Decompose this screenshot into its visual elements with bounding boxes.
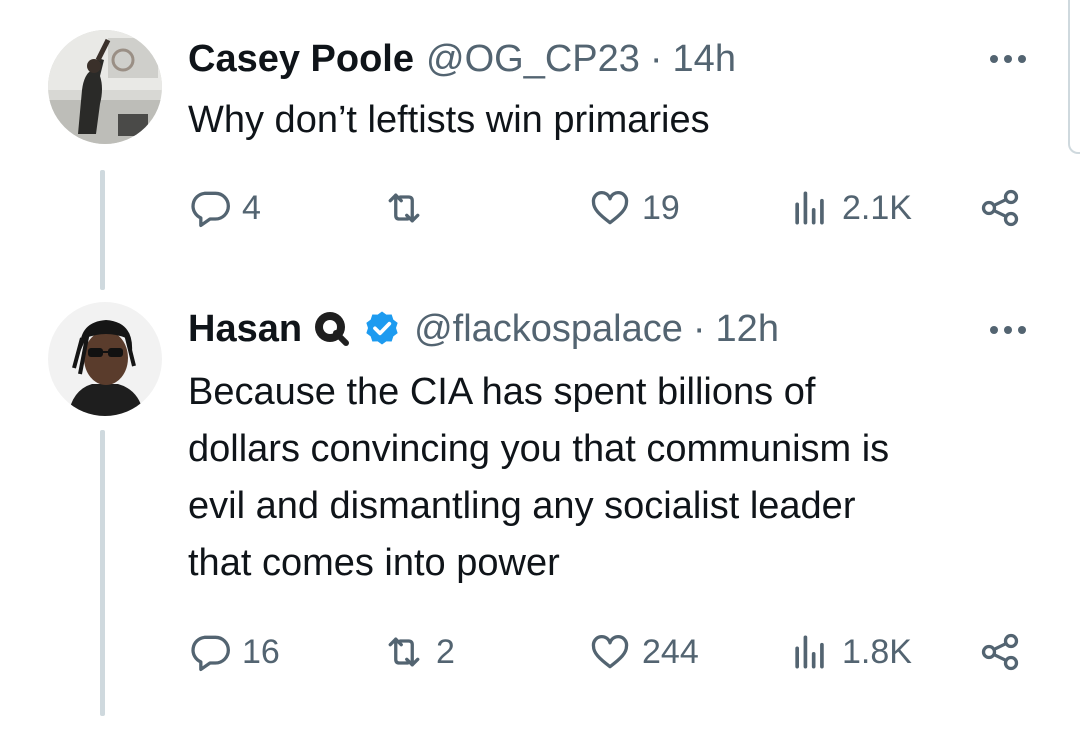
- user-handle[interactable]: @OG_CP23: [426, 36, 640, 82]
- display-name[interactable]: Hasan: [188, 306, 302, 352]
- share-icon: [981, 633, 1019, 671]
- like-button[interactable]: 19: [588, 186, 680, 230]
- reply-icon: [191, 191, 230, 228]
- more-options-icon[interactable]: [990, 55, 1026, 63]
- tweet-text-line: Because the CIA has spent billions of: [188, 371, 816, 413]
- retweet-count: 2: [436, 632, 455, 671]
- like-count: 244: [642, 632, 699, 671]
- timestamp[interactable]: 12h: [716, 306, 779, 352]
- tweet-text-line: Why don’t leftists win primaries: [188, 99, 710, 141]
- tweet-text: Because the CIA has spent billions of do…: [188, 364, 889, 592]
- like-count: 19: [642, 188, 680, 227]
- tweet-2-actions: 16 2 244 1.8K: [188, 630, 1028, 680]
- user-handle[interactable]: @flackospalace: [414, 306, 683, 352]
- avatar-hasan[interactable]: [48, 302, 162, 416]
- reply-icon: [191, 635, 230, 672]
- display-name[interactable]: Casey Poole: [188, 36, 414, 82]
- tweet-text-line: dollars convincing you that communism is: [188, 428, 890, 470]
- verified-badge-icon[interactable]: [362, 309, 402, 349]
- share-button[interactable]: [978, 186, 1022, 230]
- tweet-1-header: Casey Poole @OG_CP23 · 14h: [188, 36, 736, 82]
- retweet-button[interactable]: 2: [382, 630, 455, 674]
- reply-count: 4: [242, 188, 261, 227]
- heart-icon: [591, 634, 629, 669]
- retweet-icon: [388, 637, 420, 667]
- separator: ·: [649, 38, 663, 80]
- reply-button[interactable]: 4: [188, 186, 261, 230]
- reply-count: 16: [242, 632, 280, 671]
- tweet-1-actions: 4 19 2.1K: [188, 186, 1028, 236]
- more-options-icon[interactable]: [990, 326, 1026, 334]
- views-button[interactable]: 1.8K: [788, 630, 912, 674]
- views-count: 2.1K: [842, 188, 912, 227]
- tweet-2-header: Hasan @flackospalace · 12h: [188, 306, 779, 352]
- tweet-text: Why don’t leftists win primaries: [188, 92, 710, 149]
- reply-button[interactable]: 16: [188, 630, 280, 674]
- share-icon: [981, 189, 1019, 227]
- search-badge-icon: [312, 309, 352, 349]
- views-button[interactable]: 2.1K: [788, 186, 912, 230]
- share-button[interactable]: [978, 630, 1022, 674]
- tweet-text-line: that comes into power: [188, 542, 560, 584]
- retweet-button[interactable]: [382, 186, 436, 230]
- thread-connector: [100, 170, 105, 290]
- retweet-icon: [388, 193, 420, 223]
- views-count: 1.8K: [842, 632, 912, 671]
- timestamp[interactable]: 14h: [673, 36, 736, 82]
- like-button[interactable]: 244: [588, 630, 699, 674]
- scroll-edge: [1068, 0, 1080, 154]
- views-icon: [795, 635, 824, 669]
- heart-icon: [591, 190, 629, 225]
- tweet-text-line: evil and dismantling any socialist leade…: [188, 485, 856, 527]
- avatar-casey-poole[interactable]: [48, 30, 162, 144]
- thread-connector: [100, 430, 105, 716]
- separator: ·: [692, 308, 706, 350]
- views-icon: [795, 191, 824, 225]
